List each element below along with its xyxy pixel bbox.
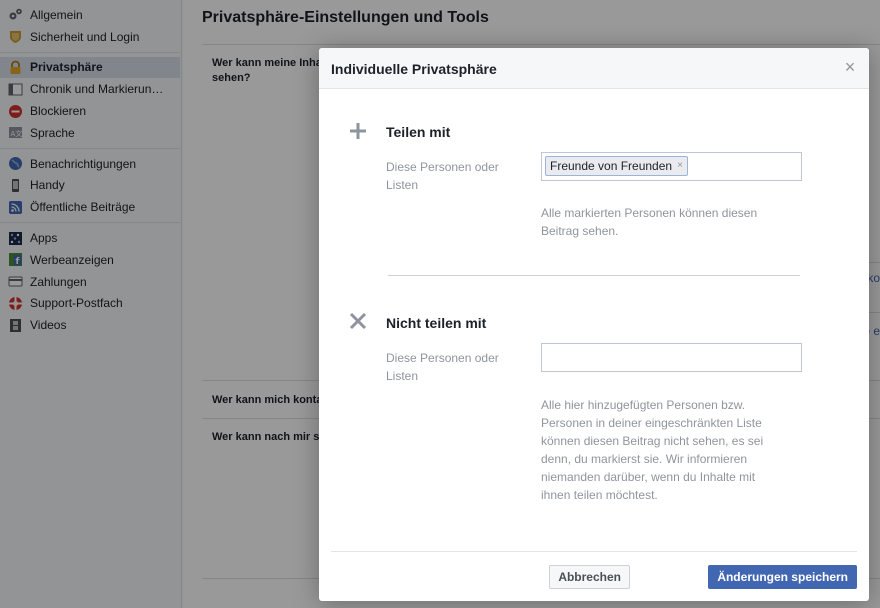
dialog-footer: Abbrechen Änderungen speichern [331, 551, 857, 601]
x-icon [349, 312, 367, 330]
dialog-title: Individuelle Privatsphäre [331, 61, 497, 77]
custom-privacy-dialog: Individuelle Privatsphäre × Teilen mit D… [319, 48, 869, 601]
share-with-title: Teilen mit [386, 124, 451, 140]
save-changes-button[interactable]: Änderungen speichern [708, 565, 857, 589]
share-with-input[interactable]: Freunde von Freunden × [541, 152, 802, 181]
share-with-help: Alle markierten Personen können diesen B… [541, 206, 758, 238]
section-divider [388, 275, 800, 276]
remove-token-icon[interactable]: × [677, 157, 683, 175]
close-icon[interactable]: × [843, 58, 857, 76]
dont-share-help: Alle hier hinzugefügten Personen bzw. Pe… [541, 398, 764, 502]
dialog-header: Individuelle Privatsphäre × [319, 48, 869, 89]
dont-share-input[interactable] [541, 343, 802, 372]
dont-share-title: Nicht teilen mit [386, 315, 487, 331]
plus-icon [349, 122, 367, 140]
share-with-label: Diese Personen oder Listen [386, 160, 499, 192]
cancel-button[interactable]: Abbrechen [549, 565, 630, 589]
token-label: Freunde von Freunden [550, 159, 673, 173]
dont-share-label: Diese Personen oder Listen [386, 351, 499, 383]
audience-token: Freunde von Freunden × [545, 156, 688, 176]
